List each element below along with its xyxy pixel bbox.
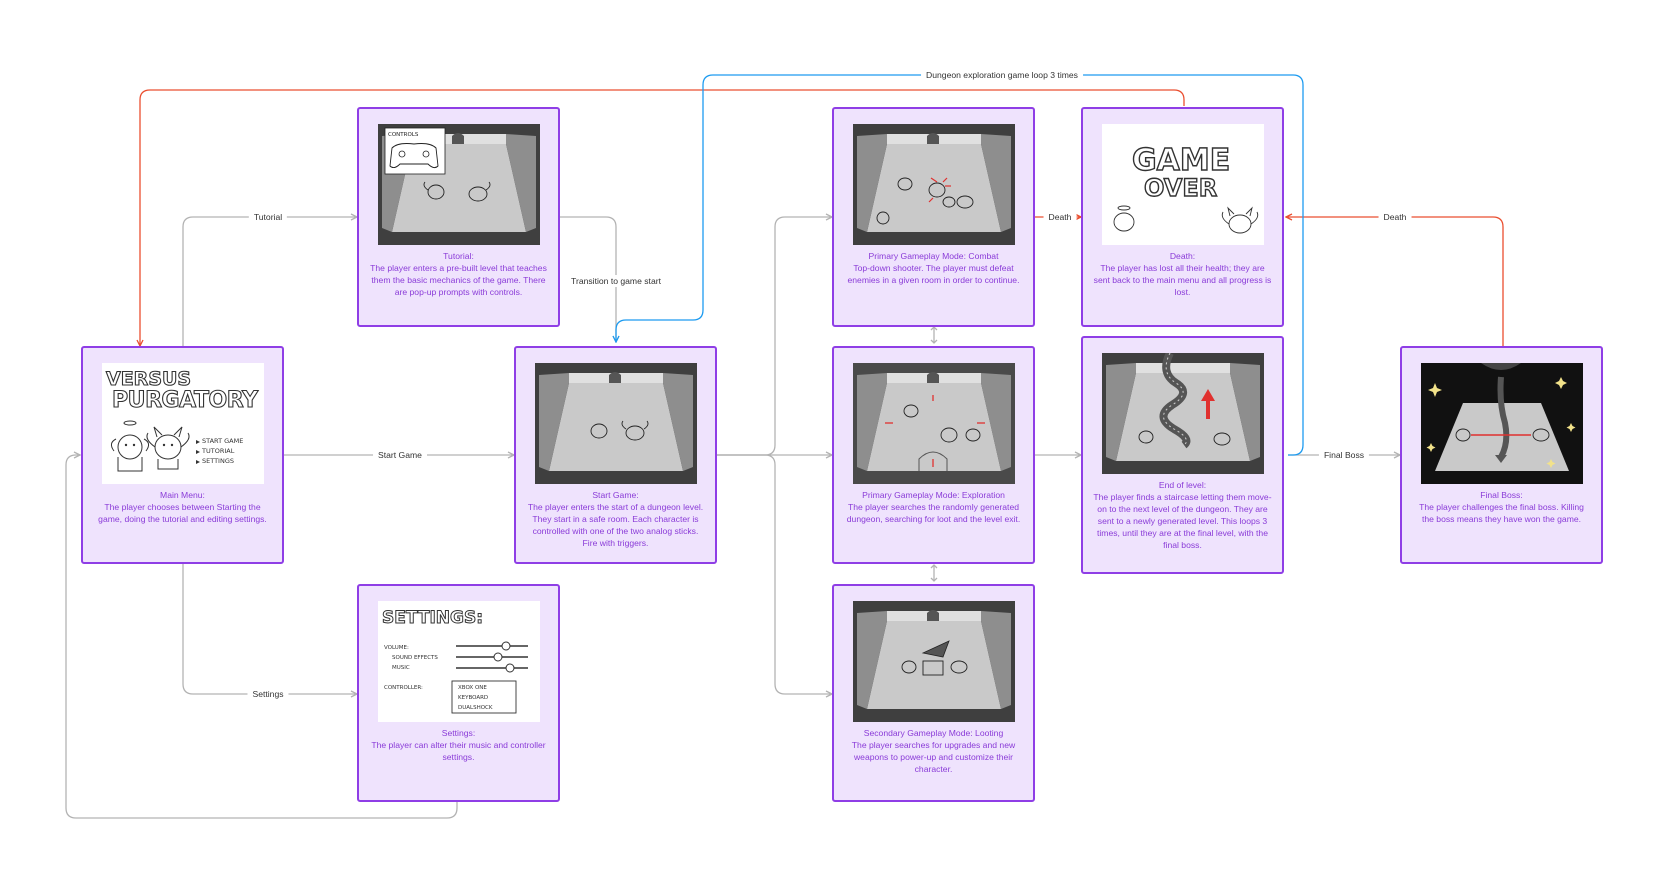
- card-body: The player searches for upgrades and new…: [851, 740, 1016, 774]
- final-boss-illustration: [1421, 363, 1583, 484]
- card-body: The player finds a staircase letting the…: [1093, 492, 1272, 550]
- edge-boss-death: [1286, 217, 1504, 347]
- card-body: Top-down shooter. The player must defeat…: [847, 263, 1020, 285]
- music-label: MUSIC: [392, 665, 410, 671]
- card-caption: Primary Gameplay Mode: Combat Top-down s…: [844, 250, 1023, 286]
- controller-label: CONTROLLER:: [384, 685, 423, 691]
- edge-label-start-game: Start Game: [373, 449, 427, 461]
- game-over-illustration: GAME OVER: [1102, 124, 1264, 245]
- card-caption: End of level: The player finds a stairca…: [1093, 479, 1272, 551]
- card-body: The player searches the randomly generat…: [846, 502, 1021, 524]
- controller-option-keyboard: KEYBOARD: [458, 695, 488, 701]
- main-menu-illustration: VERSUS PURGATORY START GAME TUTORIAL SET…: [102, 363, 264, 484]
- edge-to-combat: [717, 217, 832, 456]
- menu-option-settings: SETTINGS: [202, 457, 234, 465]
- settings-heading: SETTINGS:: [382, 608, 483, 628]
- edge-label-death-boss: Death: [1378, 211, 1412, 223]
- card-caption: Final Boss: The player challenges the fi…: [1412, 489, 1591, 525]
- card-body: The player chooses between Starting the …: [98, 502, 267, 524]
- card-title: Primary Gameplay Mode: Exploration: [862, 490, 1005, 500]
- card-caption: Start Game: The player enters the start …: [526, 489, 705, 549]
- edge-label-death-combat: Death: [1043, 211, 1077, 223]
- volume-label: VOLUME:: [384, 645, 409, 651]
- card-title: Tutorial:: [443, 251, 474, 261]
- sfx-label: SOUND EFFECTS: [392, 655, 438, 661]
- card-caption: Settings: The player can alter their mus…: [369, 727, 548, 763]
- card-looting[interactable]: Secondary Gameplay Mode: Looting The pla…: [832, 584, 1035, 802]
- card-title: Death:: [1169, 251, 1196, 261]
- card-caption: Main Menu: The player chooses between St…: [93, 489, 272, 525]
- card-end-of-level[interactable]: End of level: The player finds a stairca…: [1081, 336, 1284, 574]
- edge-tutorial: [182, 217, 357, 347]
- card-caption: Death: The player has lost all their hea…: [1093, 250, 1272, 298]
- card-caption: Secondary Gameplay Mode: Looting The pla…: [844, 727, 1023, 775]
- controller-option-dualshock: DUALSHOCK: [458, 705, 493, 711]
- card-tutorial[interactable]: CONTROLS Tutorial: The player enters a p…: [357, 107, 560, 327]
- edge-label-settings: Settings: [247, 688, 289, 700]
- menu-option-start: START GAME: [202, 437, 243, 445]
- card-death[interactable]: GAME OVER Death: The player has lost all…: [1081, 107, 1284, 327]
- card-body: The player has lost all their health; th…: [1093, 263, 1272, 297]
- card-start-game[interactable]: Start Game: The player enters the start …: [514, 346, 717, 564]
- card-title: Main Menu:: [160, 490, 205, 500]
- exploration-illustration: [853, 363, 1015, 484]
- card-caption: Primary Gameplay Mode: Exploration The p…: [844, 489, 1023, 525]
- card-title: Start Game:: [592, 490, 639, 500]
- combat-illustration: [853, 124, 1015, 245]
- edge-label-tutorial: Tutorial: [248, 211, 288, 223]
- start-game-illustration: [535, 363, 697, 484]
- card-body: The player challenges the final boss. Ki…: [1419, 502, 1584, 524]
- card-title: Settings:: [441, 728, 476, 738]
- controller-option-xbox: XBOX ONE: [458, 685, 487, 691]
- card-body: The player can alter their music and con…: [371, 740, 546, 762]
- controls-popup-label: CONTROLS: [388, 132, 419, 138]
- card-settings[interactable]: SETTINGS: VOLUME: SOUND EFFECTS MUSIC CO…: [357, 584, 560, 802]
- edge-settings: [182, 564, 357, 694]
- tutorial-illustration: CONTROLS: [378, 124, 540, 245]
- card-body: The player enters a pre-built level that…: [370, 263, 547, 297]
- title-line2: PURGATORY: [112, 388, 259, 413]
- card-main-menu[interactable]: VERSUS PURGATORY START GAME TUTORIAL SET…: [81, 346, 284, 564]
- card-title: Primary Gameplay Mode: Combat: [868, 251, 999, 261]
- card-title: Secondary Gameplay Mode: Looting: [863, 728, 1004, 738]
- card-exploration[interactable]: Primary Gameplay Mode: Exploration The p…: [832, 346, 1035, 564]
- card-combat[interactable]: Primary Gameplay Mode: Combat Top-down s…: [832, 107, 1035, 327]
- card-body: The player enters the start of a dungeon…: [527, 502, 704, 548]
- card-title: Final Boss:: [1480, 490, 1523, 500]
- game-over-line1: GAME: [1132, 143, 1230, 178]
- settings-illustration: SETTINGS: VOLUME: SOUND EFFECTS MUSIC CO…: [378, 601, 540, 722]
- edge-label-transition: Transition to game start: [566, 275, 666, 287]
- looting-illustration: [853, 601, 1015, 722]
- game-over-line2: OVER: [1144, 174, 1217, 202]
- edge-to-looting: [717, 454, 832, 694]
- edge-label-final-boss: Final Boss: [1318, 449, 1370, 461]
- menu-option-tutorial: TUTORIAL: [201, 447, 235, 455]
- staircase-illustration: [1102, 353, 1264, 474]
- card-caption: Tutorial: The player enters a pre-built …: [369, 250, 548, 298]
- card-title: End of level:: [1158, 480, 1207, 490]
- card-final-boss[interactable]: Final Boss: The player challenges the fi…: [1400, 346, 1603, 564]
- flow-diagram: Tutorial Start Game Settings Transition …: [0, 0, 1664, 876]
- title-line1: VERSUS: [106, 368, 191, 390]
- edge-label-loop: Dungeon exploration game loop 3 times: [921, 69, 1083, 81]
